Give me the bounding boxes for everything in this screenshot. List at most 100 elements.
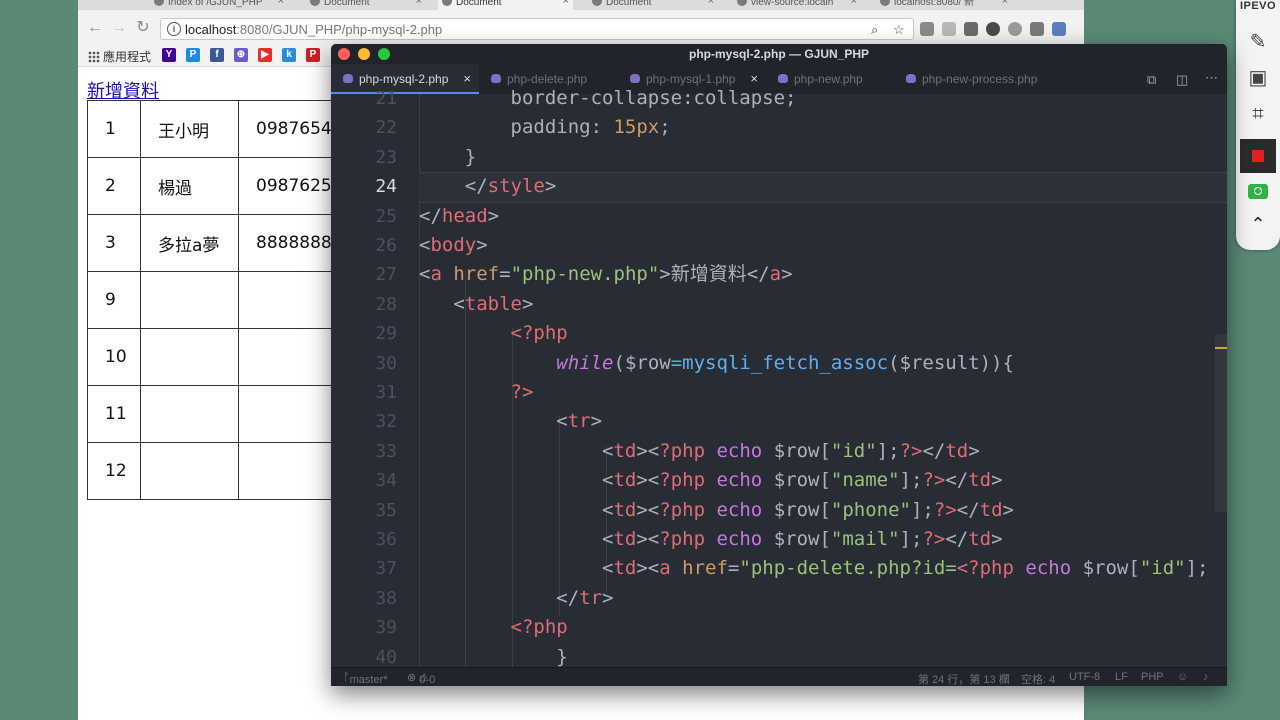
eyedropper-icon[interactable]: [1030, 22, 1044, 36]
extension-icon[interactable]: [1008, 22, 1022, 36]
browser-toolbar: ← → ↻ i localhost:8080/GJUN_PHP/php-mysq…: [78, 10, 1084, 46]
line-number: 29: [375, 323, 397, 345]
encoding[interactable]: UTF-8: [1069, 671, 1100, 683]
cursor-position[interactable]: 第 24 行，第 13 欄: [918, 671, 1010, 686]
window-title: php-mysql-2.php — GJUN_PHP: [688, 47, 870, 61]
crop-icon[interactable]: ⌗: [1242, 98, 1274, 130]
line-number: 21: [375, 88, 397, 109]
facebook-icon[interactable]: f: [210, 48, 224, 62]
feedback-smiley-icon[interactable]: ☺: [1177, 671, 1188, 683]
more-actions-icon[interactable]: ⋯: [1205, 70, 1218, 86]
k-icon[interactable]: k: [282, 48, 296, 62]
close-tab-icon[interactable]: ×: [708, 0, 714, 7]
extension-icon[interactable]: [942, 22, 956, 36]
tab-favicon-icon: [737, 0, 747, 6]
browser-tab[interactable]: localhost:8080/ 新 ×: [876, 0, 1012, 10]
line-number: 28: [375, 293, 397, 315]
table-cell: [140, 328, 239, 386]
line-number: 38: [375, 587, 397, 609]
back-arrow-icon[interactable]: ←: [86, 19, 104, 37]
globe-icon[interactable]: ⊕: [234, 48, 248, 62]
php-file-icon: [491, 74, 501, 83]
browser-tab[interactable]: Document ×: [588, 0, 718, 10]
close-tab-icon[interactable]: ×: [851, 0, 857, 7]
open-changes-icon[interactable]: ⧉: [1147, 72, 1156, 88]
editor-tab[interactable]: php-new-process.php: [894, 64, 1064, 94]
language-mode[interactable]: PHP: [1141, 671, 1164, 683]
pocket-icon[interactable]: [964, 22, 978, 36]
forward-arrow-icon[interactable]: →: [110, 19, 128, 37]
problems-indicator[interactable]: ⊗ 0 ⚠ 0: [407, 671, 435, 686]
code-line: <?php: [510, 616, 568, 639]
pinterest-icon[interactable]: P: [306, 48, 320, 62]
extension-icon[interactable]: [986, 22, 1000, 36]
browser-tab-label: view-source:localh: [751, 0, 834, 8]
code-line: }: [419, 145, 477, 168]
record-icon: [1252, 150, 1264, 162]
code-editor[interactable]: 21 border-collapse:collapse; 22 padding: …: [331, 87, 1227, 668]
table-cell: 楊過: [140, 157, 239, 215]
code-line: padding: 15px;: [419, 116, 671, 139]
vertical-scrollbar[interactable]: [1215, 334, 1227, 512]
php-file-icon: [778, 74, 788, 83]
line-number: 25: [375, 205, 397, 227]
ipevo-logo: IPEVO: [1239, 0, 1277, 12]
pen-icon[interactable]: ✎: [1242, 26, 1274, 58]
notifications-bell-icon[interactable]: ♪: [1203, 671, 1209, 683]
table-cell: [140, 442, 239, 500]
p-icon[interactable]: P: [186, 48, 200, 62]
vscode-window: php-mysql-2.php — GJUN_PHP ⧉ ◫ ⋯ php-mys…: [331, 44, 1227, 686]
browser-tab[interactable]: Document ×: [306, 0, 426, 10]
browser-tab[interactable]: Index of /GJUN_PHP ×: [150, 0, 288, 10]
status-bar: ᚠ master* ⊗ 0 ⚠ 0 第 24 行，第 13 欄 空格: 4 UT…: [331, 667, 1227, 686]
browser-tab-label: Document: [456, 0, 502, 8]
close-tab-icon[interactable]: ×: [1002, 0, 1008, 7]
browser-tab-label: Document: [324, 0, 370, 8]
camera-icon[interactable]: [1248, 184, 1268, 199]
browser-tab-label: Document: [606, 0, 652, 8]
close-tab-icon[interactable]: ×: [563, 0, 569, 7]
split-editor-icon[interactable]: ◫: [1176, 72, 1188, 88]
close-tab-icon[interactable]: ×: [416, 0, 422, 7]
youtube-icon[interactable]: ▶: [258, 48, 272, 62]
bookmark-apps[interactable]: 應用程式: [88, 48, 151, 65]
git-branch[interactable]: ᚠ master*: [343, 671, 388, 686]
tab-favicon-icon: [442, 0, 452, 6]
browser-tab-strip: Index of /GJUN_PHP × Document × Document × Doc…: [78, 0, 1084, 10]
code-line: </tr>: [419, 586, 614, 609]
line-ending[interactable]: LF: [1115, 671, 1128, 683]
tab-favicon-icon: [154, 0, 164, 6]
chevron-up-icon[interactable]: ⌃: [1248, 214, 1268, 234]
annotate-icon[interactable]: ▣: [1242, 62, 1274, 94]
code-line: <td><?php echo $row["id"];?></td>: [419, 439, 980, 462]
reload-icon[interactable]: ↻: [134, 19, 152, 37]
browser-tab-label: Index of /GJUN_PHP: [168, 0, 263, 8]
table-cell: 王小明: [140, 100, 239, 158]
php-extension-icon[interactable]: [1052, 22, 1066, 36]
browser-tab[interactable]: Document ×: [438, 0, 573, 10]
line-number: 24: [375, 176, 397, 198]
code-line: <td><?php echo $row["mail"];?></td>: [419, 528, 1003, 550]
browser-tab[interactable]: view-source:localh ×: [733, 0, 861, 10]
table-cell: 9: [87, 271, 141, 329]
code-line: <tr>: [419, 410, 603, 433]
zoom-icon[interactable]: ⌕: [871, 22, 878, 38]
code-line: </head>: [419, 204, 500, 227]
info-icon[interactable]: i: [167, 22, 181, 36]
apps-grid-icon: [88, 51, 100, 63]
close-tab-icon[interactable]: ×: [278, 0, 284, 7]
indentation[interactable]: 空格: 4: [1021, 671, 1055, 686]
tab-favicon-icon: [592, 0, 602, 6]
record-button[interactable]: [1240, 139, 1276, 173]
extension-icon[interactable]: [920, 22, 934, 36]
table-cell: 11: [87, 385, 141, 443]
yahoo-icon[interactable]: Y: [162, 48, 176, 62]
tab-favicon-icon: [880, 0, 890, 6]
code-line: <a href="php-new.php">新增資料</a>: [419, 263, 793, 286]
line-number: 31: [375, 382, 397, 403]
address-bar[interactable]: i localhost:8080/GJUN_PHP/php-mysql-2.ph…: [160, 18, 914, 40]
bookmark-star-icon[interactable]: ☆: [893, 22, 905, 38]
tab-favicon-icon: [310, 0, 320, 6]
ipevo-panel: IPEVO ✎ ▣ ⌗ ⌃: [1236, 0, 1280, 250]
editor-tab-label: php-new-process.php: [922, 72, 1038, 86]
